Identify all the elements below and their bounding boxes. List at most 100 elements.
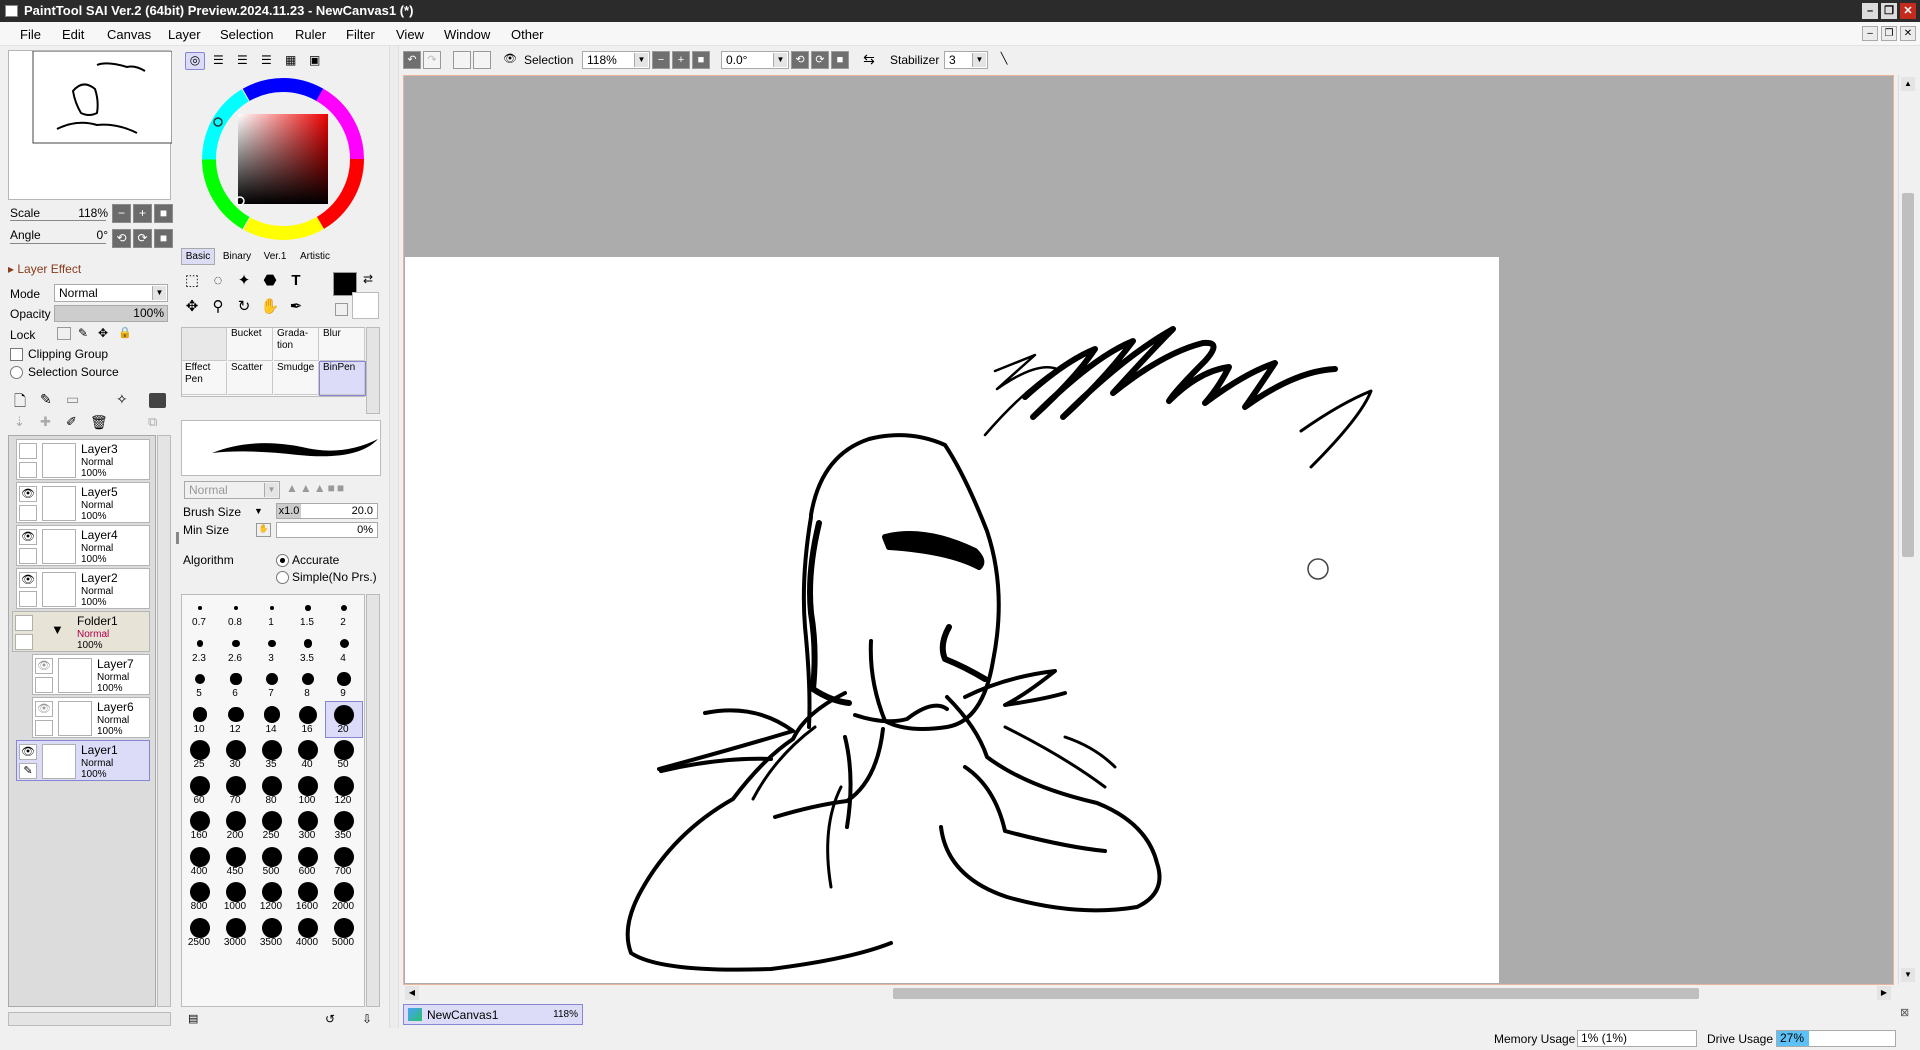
lock-transparency-icon[interactable] [57,327,71,340]
scale-slider[interactable] [10,220,106,221]
doc-maximize-button[interactable]: ❐ [1881,26,1897,41]
menu-file[interactable]: File [20,27,41,42]
eye-icon[interactable]: 👁 [19,486,37,502]
tab-artistic[interactable]: Artistic [295,248,335,265]
shape-icon[interactable]: ⬣ [258,270,282,292]
brush-size-cell[interactable]: 500 [254,844,290,880]
brush-blur[interactable]: Blur [320,328,365,361]
zoom-in-button[interactable]: + [133,204,152,223]
zoom-out-button[interactable]: − [112,204,131,223]
move-icon[interactable]: ✥ [180,296,204,318]
layer-lock-slot[interactable] [19,462,37,478]
layer-item[interactable]: 👁 Layer5 Normal 100% [16,482,150,523]
rotate-ccw-icon[interactable]: ⟲ [791,51,809,69]
pen-icon[interactable]: ✎ [19,763,37,779]
layer-lock-slot[interactable] [15,634,33,650]
rect-select-icon[interactable]: ⬚ [180,270,204,292]
merge-down-icon[interactable]: ✚ [40,414,51,430]
lock-move-icon[interactable]: ✥ [98,326,108,340]
menu-edit[interactable]: Edit [62,27,84,42]
brush-size-cell[interactable]: 700 [326,844,362,880]
folder-expand-icon[interactable]: ▼ [51,622,64,637]
canvas-tab[interactable]: NewCanvas1 118% [403,1004,583,1025]
canvas-paper[interactable] [405,257,1499,983]
brush-effect-pen[interactable]: Effect Pen [182,362,227,395]
folder-item[interactable]: ▼ Folder1 Normal 100% [12,611,150,652]
layer-item[interactable]: 👁 Layer4 Normal 100% [16,525,150,566]
menu-other[interactable]: Other [511,27,544,42]
minimize-button[interactable]: – [1862,3,1878,19]
zoom-icon[interactable]: ⚲ [206,296,230,318]
brush-size-cell[interactable]: 400 [182,844,218,880]
min-size-field[interactable]: 0% [276,522,378,538]
secondary-color-swatch[interactable] [352,292,379,319]
tab-ver1[interactable]: Ver.1 [259,248,291,265]
visibility-toggle[interactable] [15,615,33,631]
selection-toggle-label[interactable]: Selection [524,53,573,67]
angle-select[interactable]: 0.0° ▼ [721,51,789,69]
size-palette-scrollbar[interactable] [366,594,380,1007]
brush-size-cell[interactable]: 1600 [290,879,326,915]
eye-icon[interactable]: 👁 [19,572,37,588]
brush-size-cell[interactable]: 5000 [326,915,362,951]
horizontal-scroll-thumb[interactable] [893,988,1699,999]
layer-effect-icon[interactable]: ✧ [116,391,128,408]
rotate-icon[interactable]: ↻ [232,296,256,318]
brush-size-cell[interactable]: 2 [326,595,362,631]
brush-size-cell[interactable]: 8 [290,666,326,702]
zoom-fit-icon[interactable]: ■ [692,51,710,69]
visibility-toggle[interactable] [19,443,37,459]
hand-icon[interactable]: ✋ [258,296,282,318]
color-list-icon[interactable]: ☰ [261,53,272,67]
doc-minimize-button[interactable]: – [1862,26,1878,41]
angle-slider[interactable] [10,243,106,244]
brush-size-field[interactable]: x1.0 20.0 [276,503,378,519]
menu-canvas[interactable]: Canvas [107,27,151,42]
doc-close-button[interactable]: ✕ [1900,26,1916,41]
mask-icon[interactable] [149,393,166,408]
brush-size-cell[interactable]: 160 [182,808,218,844]
brush-size-cell[interactable]: 50 [326,737,362,773]
layer-lock-slot[interactable] [35,677,53,693]
layer-lock-slot[interactable] [19,591,37,607]
layer-item[interactable]: 👁 Layer7 Normal 100% [32,654,150,695]
brush-size-cell[interactable]: 300 [290,808,326,844]
brush-size-cell[interactable]: 3000 [218,915,254,951]
layer-item-selected[interactable]: 👁 ✎ Layer1 Normal 100% [16,740,150,781]
brush-size-cell[interactable]: 3 [254,631,290,667]
brush-size-cell[interactable]: 3.5 [290,631,326,667]
clear-layer-icon[interactable]: ✐ [66,414,77,430]
menu-layer[interactable]: Layer [168,27,201,42]
brush-size-cell[interactable]: 5 [182,666,218,702]
invert-selection-icon[interactable] [473,51,491,69]
rotate-reset-icon[interactable]: ■ [831,51,849,69]
brush-size-cell[interactable]: 4000 [290,915,326,951]
text-tool-icon[interactable]: T [284,270,308,292]
eye-icon[interactable]: 👁 [501,51,519,69]
zoom-reset-button[interactable]: ■ [154,204,173,223]
brush-size-cell[interactable]: 6 [218,666,254,702]
brush-size-cell[interactable]: 1.5 [290,595,326,631]
layer-effect-toggle[interactable]: ▸ Layer Effect [8,262,81,276]
brush-size-cell[interactable]: 12 [218,702,254,738]
brush-size-cell[interactable]: 450 [218,844,254,880]
canvas-horizontal-scrollbar[interactable]: ◀ ▶ [403,985,1894,1001]
brush-grid-scrollbar[interactable] [366,327,380,414]
clipping-group-checkbox[interactable] [10,348,23,361]
save-preset-icon[interactable]: ⇩ [362,1012,372,1026]
magic-wand-icon[interactable]: ✦ [232,270,256,292]
swap-colors-icon[interactable]: ⇄ [363,272,373,286]
maximize-button[interactable]: ❐ [1881,3,1897,19]
rgb-slider-icon[interactable]: ☰ [213,53,224,67]
accurate-radio[interactable] [276,554,289,567]
eyedropper-icon[interactable]: ✒ [284,296,308,318]
brush-size-cell[interactable]: 35 [254,737,290,773]
brush-size-cell[interactable]: 70 [218,773,254,809]
brush-size-cell[interactable]: 800 [182,879,218,915]
apply-mask-icon[interactable]: ⧉ [148,414,157,430]
brush-size-cell[interactable]: 30 [218,737,254,773]
navigator-preview[interactable] [8,50,173,200]
flip-horizontal-icon[interactable]: ⇆ [860,51,878,69]
layer-list-hscrollbar[interactable] [8,1012,171,1026]
zoom-select[interactable]: 118% ▼ [582,51,650,69]
